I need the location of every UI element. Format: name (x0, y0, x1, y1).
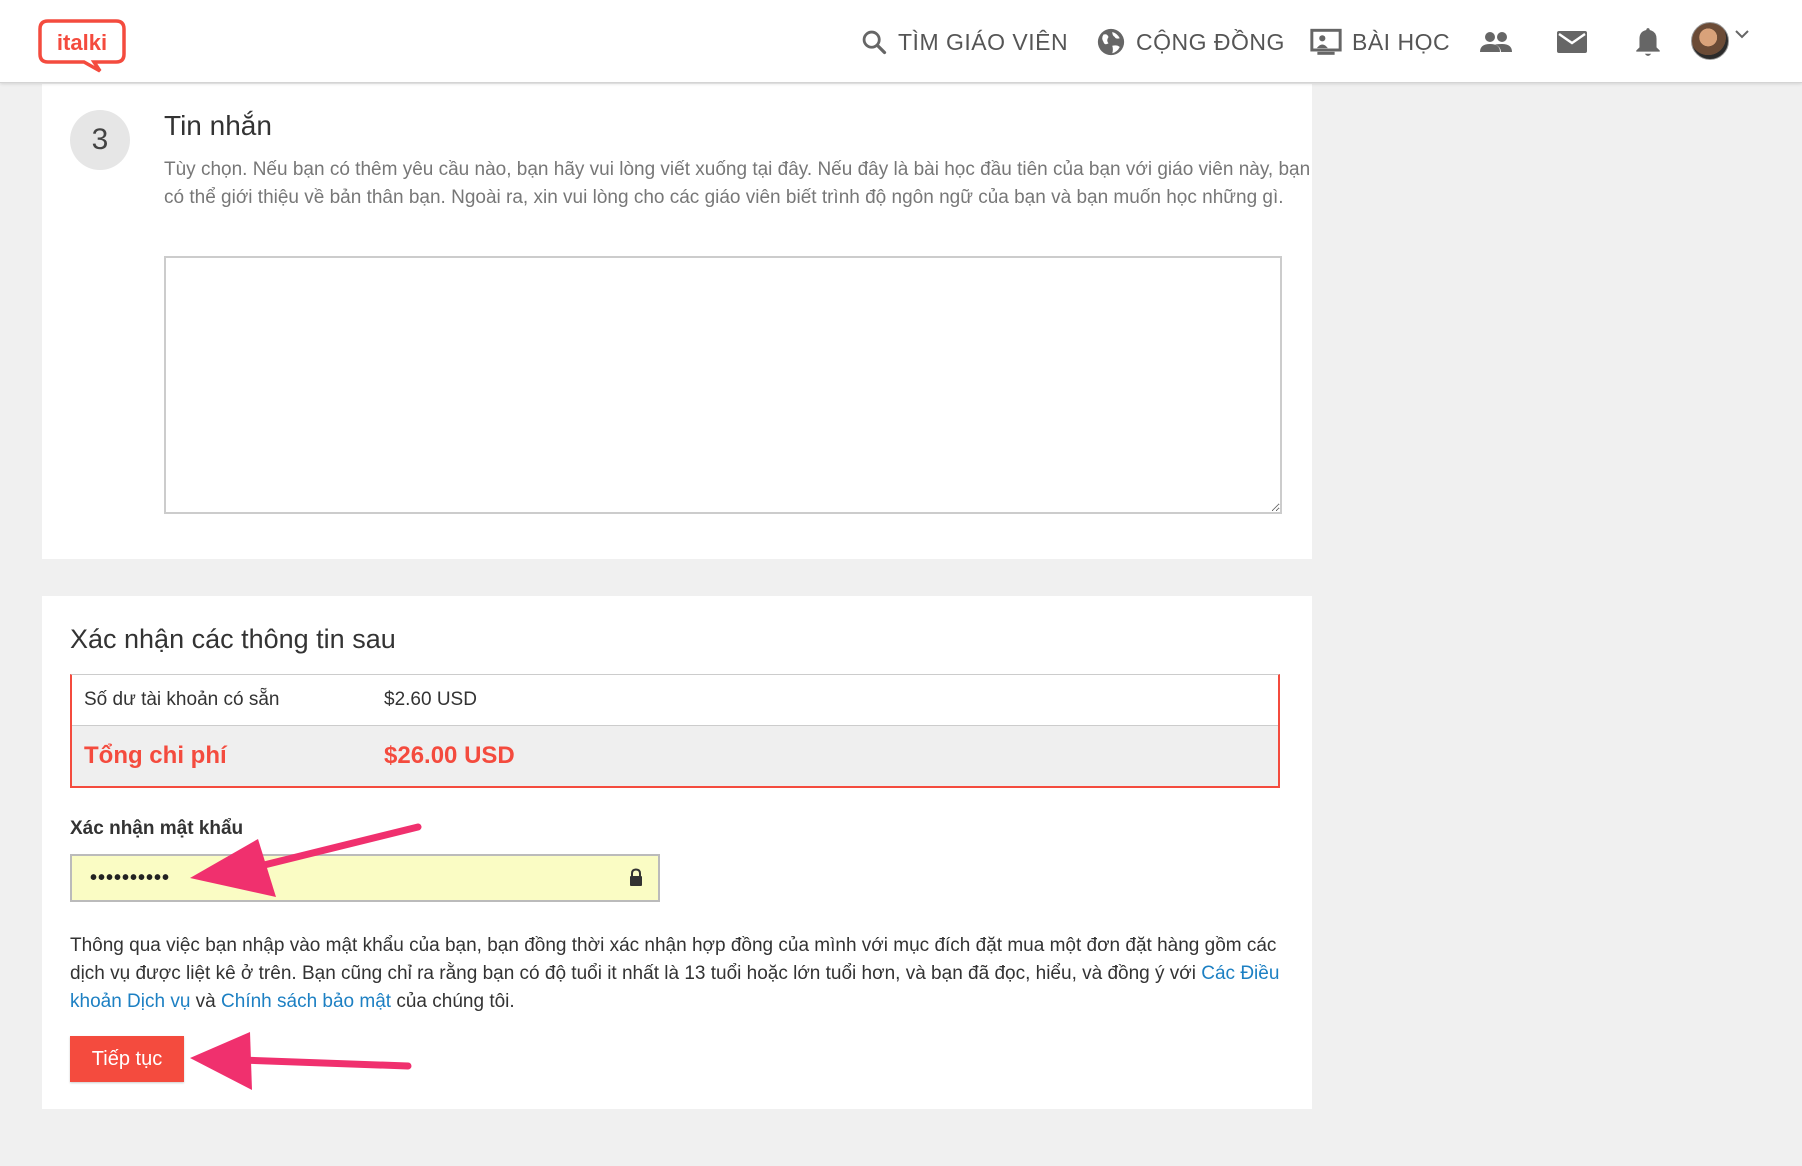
search-icon (862, 30, 887, 55)
confirm-card: Xác nhận các thông tin sau Số dư tài kho… (42, 596, 1312, 1109)
mail-icon[interactable] (1554, 24, 1590, 60)
continue-button[interactable]: Tiếp tục (70, 1036, 184, 1082)
message-card: 3 Tin nhắn Tùy chọn. Nếu bạn có thêm yêu… (42, 84, 1312, 559)
confirm-title: Xác nhận các thông tin sau (70, 624, 396, 654)
lock-icon (630, 868, 642, 886)
order-summary: Số dư tài khoản có sẵn $2.60 USD Tổng ch… (70, 674, 1280, 788)
top-navbar: italki TÌM GIÁO VIÊN CỘNG ĐỒNG BÀI HỌC (0, 0, 1802, 83)
message-description: Tùy chọn. Nếu bạn có thêm yêu cầu nào, b… (164, 159, 1311, 208)
nav-find-teacher[interactable]: TÌM GIÁO VIÊN (860, 24, 1068, 60)
total-label: Tổng chi phí (84, 742, 227, 769)
total-value: $26.00 USD (384, 742, 515, 769)
total-row: Tổng chi phí $26.00 USD (72, 726, 1278, 786)
bell-icon[interactable] (1630, 24, 1666, 60)
italki-logo[interactable]: italki (38, 18, 126, 73)
balance-label: Số dư tài khoản có sẵn (84, 689, 280, 710)
password-field[interactable]: •••••••••• (70, 854, 660, 902)
password-value: •••••••••• (90, 866, 171, 889)
terms-text-part: của chúng tôi. (391, 991, 515, 1012)
terms-text-part: Thông qua việc bạn nhập vào mật khẩu của… (70, 935, 1277, 984)
globe-icon (1097, 28, 1125, 56)
terms-text-part: và (190, 991, 222, 1012)
nav-find-teacher-label: TÌM GIÁO VIÊN (898, 28, 1069, 55)
password-label: Xác nhận mật khẩu (70, 818, 244, 839)
balance-row: Số dư tài khoản có sẵn $2.60 USD (72, 675, 1278, 726)
svg-text:italki: italki (57, 30, 107, 55)
terms-text: Thông qua việc bạn nhập vào mật khẩu của… (70, 932, 1290, 1016)
balance-value: $2.60 USD (384, 689, 477, 710)
chevron-down-icon[interactable] (1734, 28, 1750, 40)
lesson-screen-icon (1310, 28, 1342, 55)
people-icon[interactable] (1478, 24, 1514, 60)
nav-community-label: CỘNG ĐỒNG (1136, 28, 1285, 55)
privacy-policy-link[interactable]: Chính sách bảo mật (221, 991, 391, 1012)
nav-lessons-label: BÀI HỌC (1352, 28, 1451, 55)
avatar[interactable] (1691, 22, 1729, 60)
nav-community[interactable]: CỘNG ĐỒNG (1096, 24, 1285, 60)
step-number-badge: 3 (70, 110, 130, 170)
message-textarea[interactable] (164, 256, 1282, 514)
nav-lessons[interactable]: BÀI HỌC (1310, 24, 1450, 60)
message-title: Tin nhắn (164, 110, 272, 141)
